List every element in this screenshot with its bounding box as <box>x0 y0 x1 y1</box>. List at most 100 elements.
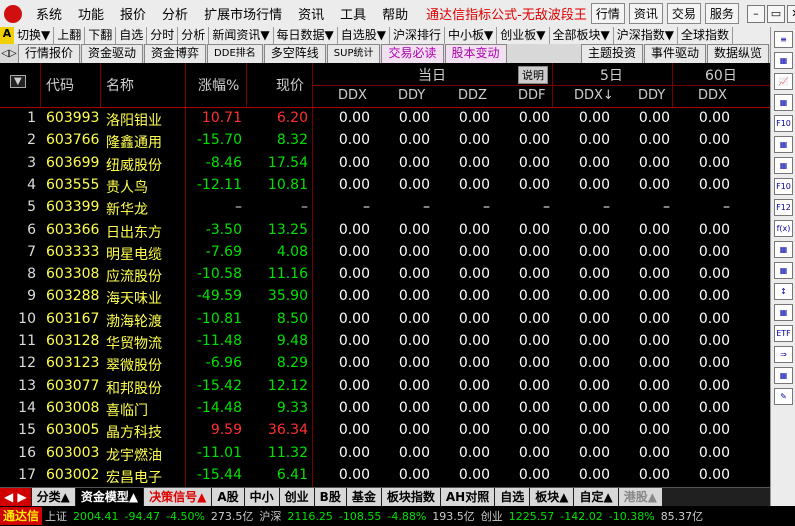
explain-button[interactable]: 说明 <box>518 66 548 84</box>
table-row[interactable]: 7 603333 明星电缆 -7.69 4.08 0.00 0.00 0.00 0.00 0.00… <box>0 242 770 264</box>
toolbar-global-index[interactable]: 全球指数 <box>678 27 733 44</box>
menu-tools[interactable]: 工具 <box>332 4 374 23</box>
close-icon[interactable]: ✕ <box>786 4 795 23</box>
header-name[interactable]: 名称 <box>106 75 134 95</box>
toolbar-sme-board[interactable]: 中小板▼ <box>445 27 498 44</box>
table-row[interactable]: 6 603366 日出东方 -3.50 13.25 0.00 0.00 0.00 0.00 0.0… <box>0 220 770 242</box>
hs-index-label[interactable]: 沪深 <box>256 508 284 524</box>
menu-help[interactable]: 帮助 <box>374 4 416 23</box>
sidebar-f10-alt-icon[interactable]: F10 <box>774 178 793 195</box>
btab-gem[interactable]: 创业 <box>279 488 314 507</box>
sidebar-export-icon[interactable]: ⇒ <box>774 346 793 363</box>
toolbar-switch[interactable]: 切换▼ <box>14 27 55 44</box>
sidebar-report-icon[interactable]: ▦ <box>774 157 793 174</box>
sidebar-window-icon[interactable]: ▦ <box>774 241 793 258</box>
restore-icon[interactable]: ▭ <box>766 4 785 23</box>
header-ddy[interactable]: DDY <box>398 88 425 103</box>
sidebar-sort-icon[interactable]: ↕ <box>774 283 793 300</box>
header-change-pct[interactable]: 涨幅% <box>198 75 239 95</box>
btab-sme[interactable]: 中小 <box>244 488 279 507</box>
sort-dropdown-icon[interactable]: ▼ <box>10 75 26 88</box>
menu-analysis[interactable]: 分析 <box>154 4 196 23</box>
toolbar-index[interactable]: 沪深指数▼ <box>614 27 678 44</box>
menu-extended-market[interactable]: 扩展市场行情 <box>196 4 290 23</box>
btab-category[interactable]: 分类▲ <box>31 488 75 507</box>
tab-dde-rank[interactable]: DDE排名 <box>207 44 263 63</box>
cy-index-label[interactable]: 创业 <box>478 508 506 524</box>
sidebar-list-icon[interactable]: ≡ <box>774 31 793 48</box>
header-ddf[interactable]: DDF <box>518 88 546 103</box>
btab-watchlist[interactable]: 自选 <box>495 488 530 507</box>
table-row[interactable]: 1 603993 洛阳钼业 10.71 6.20 0.00 0.00 0.00 0.00 0.00… <box>0 108 770 130</box>
btab-sector-index[interactable]: 板块指数 <box>381 488 440 507</box>
quote-button[interactable]: 行情 <box>590 3 625 24</box>
tab-capital-game[interactable]: 资金博弈 <box>144 44 207 63</box>
sidebar-calc-icon[interactable]: ▦ <box>774 367 793 384</box>
btab-ah-compare[interactable]: AH对照 <box>440 488 495 507</box>
tab-event-drive[interactable]: 事件驱动 <box>643 44 706 63</box>
tab-long-short[interactable]: 多空阵线 <box>263 44 326 63</box>
table-row[interactable]: 12 603123 翠微股份 -6.96 8.29 0.00 0.00 0.00 0.00 0.0… <box>0 353 770 375</box>
btab-capital-model[interactable]: 资金模型▲ <box>75 488 144 507</box>
sidebar-f10-icon[interactable]: F10 <box>774 115 793 132</box>
btab-sector[interactable]: 板块▲ <box>530 488 574 507</box>
trade-button[interactable]: 交易 <box>666 3 701 24</box>
header-code[interactable]: 代码 <box>46 75 74 95</box>
table-row[interactable]: 9 603288 海天味业 -49.59 35.90 0.00 0.00 0.00 0.00 0.… <box>0 286 770 308</box>
scroll-arrows-icon[interactable]: ◀ ▶ <box>0 488 31 507</box>
header-ddx-5d[interactable]: DDX↓ <box>574 88 614 103</box>
tab-scroll-icon[interactable]: ◁▷ <box>0 44 18 63</box>
toolbar-analysis[interactable]: 分析 <box>178 27 210 44</box>
menu-system[interactable]: 系统 <box>28 4 70 23</box>
table-row[interactable]: 11 603128 华贸物流 -11.48 9.48 0.00 0.00 0.00 0.00 0.… <box>0 331 770 353</box>
btab-decision-signal[interactable]: 决策信号▲ <box>144 488 212 507</box>
header-ddx[interactable]: DDX <box>338 88 367 103</box>
table-row[interactable]: 15 603005 晶方科技 9.59 36.34 0.00 0.00 0.00 0.00 0.0… <box>0 420 770 442</box>
tab-sup-stats[interactable]: SUP统计 <box>326 44 381 63</box>
header-price[interactable]: 现价 <box>276 75 304 95</box>
sidebar-table-icon[interactable]: ▦ <box>774 94 793 111</box>
sidebar-edit-icon[interactable]: ✎ <box>774 388 793 405</box>
header-ddy-5d[interactable]: DDY <box>638 88 665 103</box>
menu-news[interactable]: 资讯 <box>290 4 332 23</box>
table-row[interactable]: 8 603308 应流股份 -10.58 11.16 0.00 0.00 0.00 0.00 0.… <box>0 264 770 286</box>
tab-trade-read[interactable]: 交易必读 <box>381 44 444 63</box>
table-row[interactable]: 10 603167 渤海轮渡 -10.81 8.50 0.00 0.00 0.00 0.00 0.… <box>0 309 770 331</box>
sidebar-folder-icon[interactable]: ▦ <box>774 262 793 279</box>
toolbar-gem-board[interactable]: 创业板▼ <box>497 27 550 44</box>
tab-data-overview[interactable]: 数据纵览 <box>706 44 769 63</box>
table-row[interactable]: 13 603077 和邦股份 -15.42 12.12 0.00 0.00 0.00 0.00 0… <box>0 376 770 398</box>
header-ddz[interactable]: DDZ <box>458 88 487 103</box>
sidebar-f12-icon[interactable]: F12 <box>774 199 793 216</box>
table-row[interactable]: 14 603008 喜临门 -14.48 9.33 0.00 0.00 0.00 0.00 0.0… <box>0 398 770 420</box>
service-button[interactable]: 服务 <box>704 3 739 24</box>
sidebar-layout-icon[interactable]: ▦ <box>774 304 793 321</box>
toolbar-page-up[interactable]: 上翻 <box>54 27 86 44</box>
table-row[interactable]: 4 603555 贵人鸟 -12.11 10.81 0.00 0.00 0.00 0.00 0.0… <box>0 175 770 197</box>
toolbar-watchlist[interactable]: 自选 <box>116 27 148 44</box>
toolbar-all-sectors[interactable]: 全部板块▼ <box>550 27 614 44</box>
btab-b-share[interactable]: B股 <box>314 488 346 507</box>
sh-index-label[interactable]: 上证 <box>42 508 70 524</box>
sidebar-formula-icon[interactable]: f(x) <box>774 220 793 237</box>
table-row[interactable]: 2 603766 隆鑫通用 -15.70 8.32 0.00 0.00 0.00 0.00 0.0… <box>0 130 770 152</box>
toolbar-page-down[interactable]: 下翻 <box>85 27 117 44</box>
sidebar-etf-icon[interactable]: ETF <box>774 325 793 342</box>
btab-fund[interactable]: 基金 <box>346 488 381 507</box>
tab-capital-drive[interactable]: 资金驱动 <box>81 44 144 63</box>
table-row[interactable]: 16 603003 龙宇燃油 -11.01 11.32 0.00 0.00 0.00 0.00 0… <box>0 443 770 465</box>
tab-equity-change[interactable]: 股本变动 <box>444 44 507 63</box>
tab-quotes[interactable]: 行情报价 <box>18 44 81 63</box>
menu-quote[interactable]: 报价 <box>112 4 154 23</box>
toolbar-intraday[interactable]: 分时 <box>147 27 179 44</box>
table-row[interactable]: 17 603002 宏昌电子 -15.44 6.41 0.00 0.00 0.00 0.00 0.… <box>0 465 770 487</box>
btab-a-share[interactable]: A股 <box>212 488 244 507</box>
tab-theme-invest[interactable]: 主题投资 <box>580 44 643 63</box>
sidebar-panel-icon[interactable]: ▦ <box>774 136 793 153</box>
toolbar-ranking[interactable]: 沪深排行 <box>390 27 446 44</box>
sidebar-chart-icon[interactable]: 📈 <box>774 73 793 90</box>
toolbar-news[interactable]: 新闻资讯▼ <box>209 27 274 44</box>
minimize-icon[interactable]: – <box>746 4 765 23</box>
btab-custom[interactable]: 自定▲ <box>574 488 618 507</box>
table-row[interactable]: 3 603699 纽威股份 -8.46 17.54 0.00 0.00 0.00 0.00 0.0… <box>0 153 770 175</box>
